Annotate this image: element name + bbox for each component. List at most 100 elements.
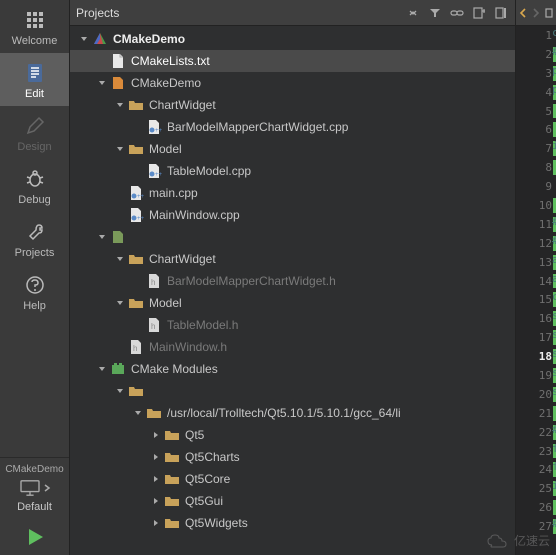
tree-row[interactable]: Qt5Charts — [70, 446, 515, 468]
code-hint: i — [552, 139, 556, 152]
cmake-mod-icon — [110, 361, 126, 377]
gutter-line[interactable]: 2# — [516, 45, 556, 64]
expand-arrow[interactable] — [114, 99, 126, 111]
expand-arrow[interactable] — [150, 473, 162, 485]
gutter-line[interactable]: 22# — [516, 423, 556, 442]
dropdown-button[interactable] — [405, 5, 421, 21]
expand-arrow[interactable] — [114, 253, 126, 265]
tree-label: Model — [149, 142, 182, 156]
gutter-line[interactable]: 4p — [516, 83, 556, 102]
gutter-line[interactable]: 21 — [516, 404, 556, 423]
cpp-group-icon — [110, 75, 126, 91]
line-number: 2 — [545, 48, 552, 61]
expand-arrow[interactable] — [96, 231, 108, 243]
tree-row[interactable]: hMainWindow.h — [70, 336, 515, 358]
expand-arrow[interactable] — [114, 297, 126, 309]
gutter-line[interactable]: 6 — [516, 120, 556, 139]
tree-row[interactable]: Qt5Widgets — [70, 512, 515, 534]
expand-arrow[interactable] — [114, 385, 126, 397]
mode-rail: WelcomeEditDesignDebug Projects Help CMake… — [0, 0, 70, 555]
nav-menu-icon[interactable] — [543, 5, 556, 21]
tree-row[interactable]: CMakeDemo — [70, 72, 515, 94]
gutter-line[interactable]: 23f — [516, 442, 556, 461]
run-button[interactable] — [0, 519, 70, 555]
tree-row[interactable]: ++main.cpp — [70, 182, 515, 204]
gutter-line[interactable]: 18s — [516, 347, 556, 366]
line-number: 14 — [539, 275, 552, 288]
mode-edit[interactable]: Edit — [0, 53, 69, 106]
gutter-line[interactable]: 3p — [516, 64, 556, 83]
tree-row[interactable]: hTableModel.h — [70, 314, 515, 336]
expand-arrow[interactable] — [150, 429, 162, 441]
projects-header: Projects — [70, 0, 515, 26]
gutter-line[interactable]: 16s — [516, 309, 556, 328]
svg-text:h: h — [133, 344, 137, 353]
add-panel-icon[interactable] — [471, 5, 487, 21]
mode-projects[interactable]: Projects — [0, 212, 69, 265]
gutter-line[interactable]: 24f — [516, 460, 556, 479]
gutter-line[interactable]: 11# — [516, 215, 556, 234]
expand-arrow[interactable] — [132, 407, 144, 419]
gutter-line[interactable]: 26 — [516, 498, 556, 517]
expand-arrow[interactable] — [78, 33, 90, 45]
gutter-line[interactable]: 7i — [516, 139, 556, 158]
tree-row[interactable]: Qt5 — [70, 424, 515, 446]
tree-row[interactable]: CMakeDemo — [70, 28, 515, 50]
mode-welcome[interactable]: Welcome — [0, 0, 69, 53]
expand-arrow — [132, 165, 144, 177]
close-panel-icon[interactable] — [493, 5, 509, 21]
nav-forward-button[interactable] — [529, 5, 542, 21]
line-number: 12 — [539, 237, 552, 250]
kit-selector[interactable]: CMakeDemo Default — [0, 457, 69, 519]
tree-row[interactable]: CMake Modules — [70, 358, 515, 380]
gutter-line[interactable]: 1c — [516, 26, 556, 45]
tree-row[interactable]: ChartWidget — [70, 94, 515, 116]
tree-row[interactable]: hBarModelMapperChartWidget.h — [70, 270, 515, 292]
mode-label: Projects — [15, 247, 55, 259]
tree-row[interactable]: ChartWidget — [70, 248, 515, 270]
expand-arrow[interactable] — [114, 143, 126, 155]
wrench-icon — [23, 220, 47, 244]
gutter-line[interactable]: 5 — [516, 102, 556, 121]
line-gutter[interactable]: 1c2#3p4p567i891011#12#13a14a15c16s17s18s… — [516, 26, 556, 555]
gutter-line[interactable]: 19s — [516, 366, 556, 385]
gutter-line[interactable]: 20s — [516, 385, 556, 404]
mode-help[interactable]: Help — [0, 265, 69, 318]
expand-arrow[interactable] — [150, 517, 162, 529]
gutter-line[interactable]: 12# — [516, 234, 556, 253]
tree-row[interactable]: Qt5Core — [70, 468, 515, 490]
tree-row[interactable]: Model — [70, 138, 515, 160]
code-hint: f — [552, 460, 556, 473]
tree-label: Qt5Core — [185, 472, 230, 486]
tree-label: Qt5Widgets — [185, 516, 248, 530]
filter-icon[interactable] — [427, 5, 443, 21]
gutter-line[interactable]: 15c — [516, 290, 556, 309]
gutter-line[interactable]: 17s — [516, 328, 556, 347]
gutter-line[interactable]: 8 — [516, 158, 556, 177]
tree-row[interactable] — [70, 226, 515, 248]
tree-row[interactable] — [70, 380, 515, 402]
folder-icon — [128, 97, 144, 113]
link-icon[interactable] — [449, 5, 465, 21]
tree-row[interactable]: CMakeLists.txt — [70, 50, 515, 72]
tree-row[interactable]: Qt5Gui — [70, 490, 515, 512]
gutter-line[interactable]: 13a — [516, 253, 556, 272]
gutter-line[interactable]: 25i — [516, 479, 556, 498]
tree-row[interactable]: ++MainWindow.cpp — [70, 204, 515, 226]
gutter-line[interactable]: 10 — [516, 196, 556, 215]
expand-arrow[interactable] — [150, 495, 162, 507]
project-tree[interactable]: CMakeDemoCMakeLists.txtCMakeDemoChartWid… — [70, 26, 515, 555]
nav-back-button[interactable] — [516, 5, 529, 21]
expand-arrow[interactable] — [150, 451, 162, 463]
mode-design[interactable]: Design — [0, 106, 69, 159]
tree-row[interactable]: ++BarModelMapperChartWidget.cpp — [70, 116, 515, 138]
tree-row[interactable]: ++TableModel.cpp — [70, 160, 515, 182]
gutter-line[interactable]: 9 — [516, 177, 556, 196]
gutter-line[interactable]: 14a — [516, 272, 556, 291]
expand-arrow[interactable] — [96, 77, 108, 89]
tree-row[interactable]: Model — [70, 292, 515, 314]
mode-debug[interactable]: Debug — [0, 159, 69, 212]
folder-icon — [128, 295, 144, 311]
tree-row[interactable]: /usr/local/Trolltech/Qt5.10.1/5.10.1/gcc… — [70, 402, 515, 424]
expand-arrow[interactable] — [96, 363, 108, 375]
